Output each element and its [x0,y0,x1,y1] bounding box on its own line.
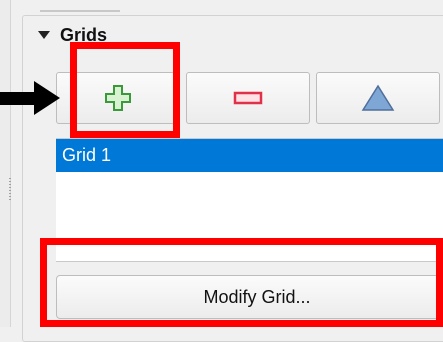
remove-grid-button[interactable] [186,72,310,124]
grid-list-item[interactable]: Grid 1 [56,139,443,172]
triangle-icon [361,84,395,111]
top-divider [40,10,120,12]
pointer-arrow-shaft [0,92,38,105]
panel-title: Grids [60,24,108,45]
splitter-handle[interactable] [9,178,11,202]
minus-icon [233,91,263,105]
add-grid-button[interactable] [56,72,180,124]
grids-header[interactable]: Grids [38,24,107,46]
grid-list[interactable]: Grid 1 [56,138,443,262]
plus-icon [105,85,131,111]
collapse-triangle-icon[interactable] [38,31,50,39]
left-dock-edge [0,0,11,327]
grid-item-label: Grid 1 [62,145,112,165]
grid-properties-button[interactable] [316,72,440,124]
modify-grid-label: Modify Grid... [203,286,311,307]
pointer-arrow-head [34,81,60,115]
modify-grid-button[interactable]: Modify Grid... [56,275,443,319]
